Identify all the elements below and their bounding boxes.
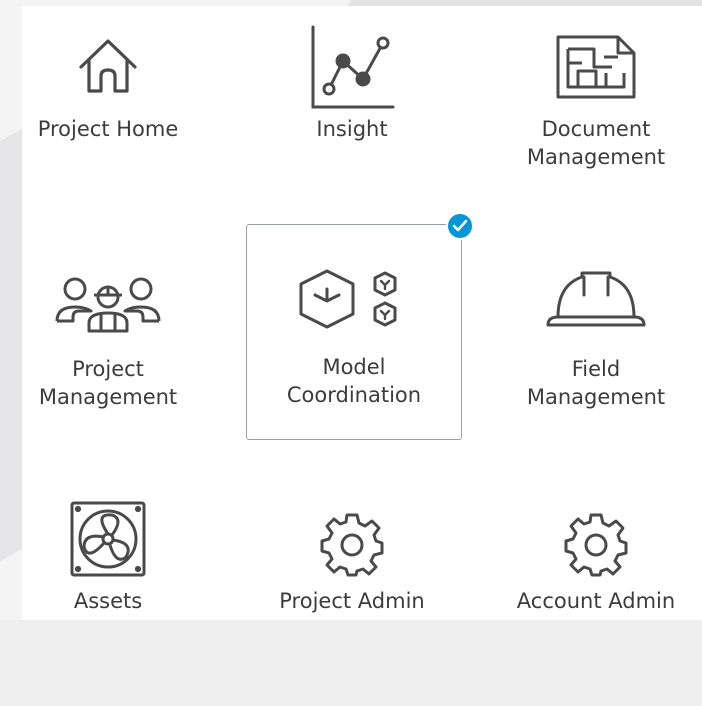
model-coordination-icon [299, 269, 397, 329]
tile-label: Field Management [526, 357, 666, 409]
checkmark-icon [452, 219, 468, 232]
tile-insight[interactable]: Insight [244, 6, 460, 220]
tile-label: Account Admin [516, 589, 676, 613]
hard-hat-icon [546, 271, 646, 327]
tile-label: Model Coordination [286, 355, 422, 407]
app-switcher-panel: Project Home Insight Document Management [22, 6, 702, 620]
tile-account-admin[interactable]: Account Admin [488, 492, 702, 706]
tile-assets[interactable]: Assets [0, 492, 216, 706]
tile-document-management[interactable]: Document Management [488, 6, 702, 220]
insight-chart-icon [311, 25, 395, 109]
assets-fan-icon [70, 501, 146, 577]
tile-label: Document Management [526, 117, 666, 169]
document-management-icon [556, 35, 636, 99]
tile-label: Assets [73, 589, 143, 613]
tile-label: Project Admin [279, 589, 425, 613]
gear-icon [320, 513, 384, 577]
tile-label: Project Management [38, 357, 178, 409]
selected-badge [446, 212, 474, 240]
tile-model-coordination[interactable]: Model Coordination [246, 212, 474, 440]
home-icon [79, 39, 137, 93]
tile-project-home[interactable]: Project Home [0, 6, 216, 220]
gear-icon [564, 513, 628, 577]
tile-project-admin[interactable]: Project Admin [244, 492, 460, 706]
project-management-icon [55, 277, 161, 333]
tile-field-management[interactable]: Field Management [488, 224, 702, 438]
tile-label: Insight [316, 117, 388, 141]
tile-label: Project Home [37, 117, 179, 141]
tile-project-management[interactable]: Project Management [0, 224, 216, 438]
